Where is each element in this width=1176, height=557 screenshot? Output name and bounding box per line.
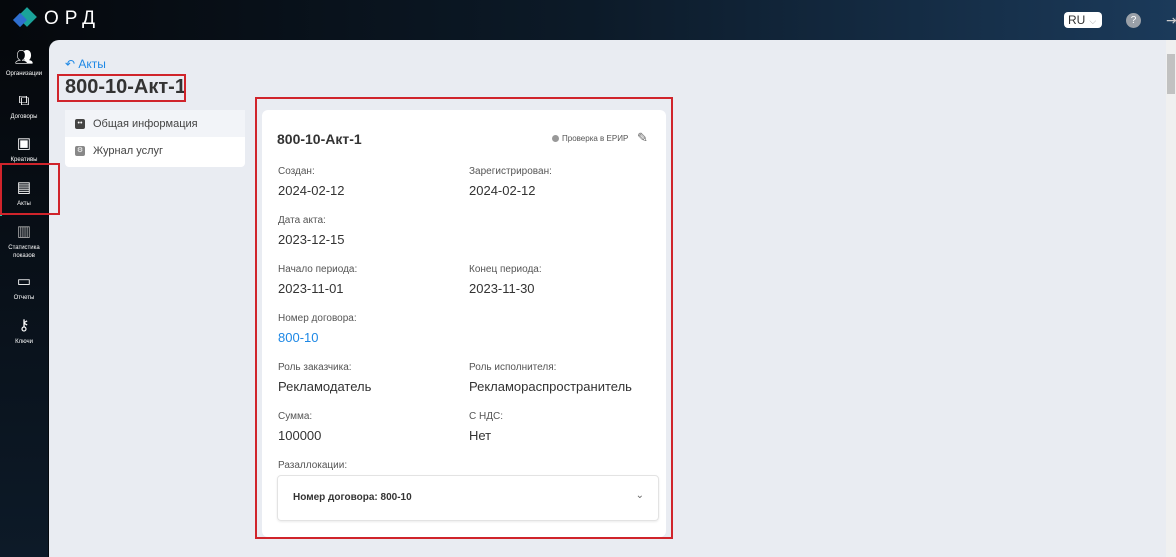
- back-arrow-icon: ↶: [65, 57, 76, 71]
- chevron-down-icon: ⌵: [1089, 16, 1097, 26]
- logout-icon[interactable]: ⇥: [1166, 12, 1176, 29]
- tab-general-info[interactable]: •• Общая информация: [65, 110, 245, 137]
- sidebar-item-label: Отчеты: [13, 295, 35, 301]
- sidebar-item-stats[interactable]: ▥ Статистика показов: [0, 222, 48, 260]
- top-bar: ОРД RU ⌵ ? ⇥: [0, 0, 1176, 40]
- tab-label: Журнал услуг: [93, 144, 164, 157]
- logo[interactable]: ОРД: [14, 8, 101, 30]
- logo-icon: [14, 8, 36, 30]
- highlight-acts-nav: [0, 163, 60, 215]
- scrollbar-thumb[interactable]: [1167, 54, 1175, 94]
- sidebar-item-organizations[interactable]: 👥︎ Организации: [0, 48, 48, 78]
- highlight-title: [57, 74, 186, 102]
- tabs: •• Общая информация ⚙ Журнал услуг: [65, 110, 245, 167]
- sidebar-item-keys[interactable]: ⚷ Ключи: [0, 316, 48, 346]
- gear-icon: ⚙: [75, 145, 85, 156]
- sidebar-item-label: Организации: [5, 71, 43, 77]
- language-select[interactable]: RU ⌵: [1064, 12, 1102, 28]
- back-label: Акты: [78, 57, 106, 71]
- sidebar: 👥︎ Организации ⧉ Договоры ▣ Креативы ▤ Акты …: [0, 40, 48, 557]
- sidebar-item-label: Статистика показов: [8, 245, 40, 259]
- users-icon: 👥︎: [14, 49, 34, 66]
- key-icon: ⚷: [18, 317, 30, 334]
- language-value: RU: [1068, 13, 1086, 27]
- sidebar-item-label: Ключи: [15, 339, 33, 345]
- image-icon: ▣: [16, 135, 32, 152]
- help-icon[interactable]: ?: [1126, 13, 1141, 28]
- report-icon: ▭: [16, 273, 32, 290]
- stats-icon: ▥: [16, 223, 32, 240]
- highlight-card: [255, 97, 673, 539]
- group-icon: ••: [75, 118, 85, 129]
- sidebar-item-creatives[interactable]: ▣ Креативы: [0, 134, 48, 164]
- sidebar-item-contracts[interactable]: ⧉ Договоры: [0, 91, 48, 121]
- copy-icon: ⧉: [18, 92, 30, 109]
- logo-text: ОРД: [44, 8, 102, 29]
- scrollbar[interactable]: [1166, 40, 1176, 557]
- tab-service-log[interactable]: ⚙ Журнал услуг: [65, 137, 245, 164]
- sidebar-item-label: Договоры: [10, 114, 38, 120]
- back-link[interactable]: ↶ Акты: [65, 57, 106, 71]
- sidebar-item-reports[interactable]: ▭ Отчеты: [0, 272, 48, 302]
- tab-label: Общая информация: [93, 117, 198, 130]
